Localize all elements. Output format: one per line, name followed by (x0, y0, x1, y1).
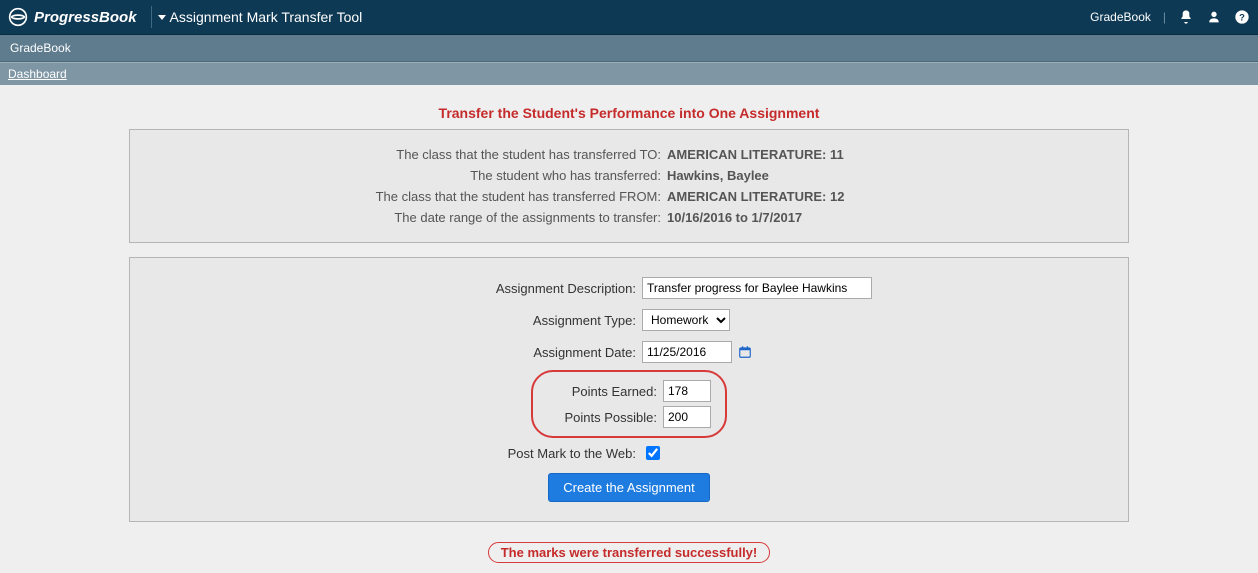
help-icon[interactable]: ? (1234, 9, 1250, 25)
form-panel: Assignment Description: Assignment Type:… (129, 257, 1129, 522)
caret-down-icon (158, 15, 166, 20)
info-panel: The class that the student has transferr… (129, 129, 1129, 243)
row-description: Assignment Description: (140, 272, 1118, 304)
breadcrumb-bar: Dashboard (0, 62, 1258, 85)
user-icon[interactable] (1206, 9, 1222, 25)
student-label: The student who has transferred: (291, 168, 661, 183)
row-post-web: Post Mark to the Web: (140, 438, 1118, 468)
points-highlight-wrapper: Points Earned: Points Possible: (140, 368, 1118, 438)
type-label: Assignment Type: (336, 313, 636, 328)
svg-text:?: ? (1239, 12, 1245, 22)
tool-title-dropdown[interactable]: Assignment Mark Transfer Tool (158, 9, 363, 25)
date-input[interactable] (642, 341, 732, 363)
row-earned: Points Earned: (547, 378, 711, 404)
calendar-icon[interactable] (738, 345, 752, 359)
date-label: Assignment Date: (336, 345, 636, 360)
progressbook-logo-icon (8, 7, 28, 27)
points-possible-input[interactable] (663, 406, 711, 428)
range-value: 10/16/2016 to 1/7/2017 (667, 210, 967, 225)
row-type: Assignment Type: Homework (140, 304, 1118, 336)
desc-label: Assignment Description: (336, 281, 636, 296)
pipe-separator: | (1163, 10, 1166, 24)
points-earned-input[interactable] (663, 380, 711, 402)
app-subbar: GradeBook (0, 35, 1258, 62)
row-possible: Points Possible: (547, 404, 711, 430)
content-area: Transfer the Student's Performance into … (0, 85, 1258, 573)
post-label: Post Mark to the Web: (336, 446, 636, 461)
row-submit: Create the Assignment (140, 468, 1118, 507)
student-value: Hawkins, Baylee (667, 168, 967, 183)
post-web-checkbox[interactable] (646, 446, 660, 460)
info-row-from: The class that the student has transferr… (140, 186, 1118, 207)
breadcrumb-dashboard[interactable]: Dashboard (8, 67, 67, 81)
app-name[interactable]: GradeBook (10, 41, 71, 55)
info-row-range: The date range of the assignments to tra… (140, 207, 1118, 228)
row-date: Assignment Date: (140, 336, 1118, 368)
top-bar: ProgressBook Assignment Mark Transfer To… (0, 0, 1258, 35)
brand-text: ProgressBook (34, 9, 137, 26)
success-message: The marks were transferred successfully! (488, 542, 771, 563)
from-value: AMERICAN LITERATURE: 12 (667, 189, 967, 204)
type-select[interactable]: Homework (642, 309, 730, 331)
info-row-student: The student who has transferred: Hawkins… (140, 165, 1118, 186)
description-input[interactable] (642, 277, 872, 299)
from-label: The class that the student has transferr… (291, 189, 661, 204)
tool-title-text: Assignment Mark Transfer Tool (170, 9, 363, 25)
earned-label: Points Earned: (547, 384, 657, 399)
create-assignment-button[interactable]: Create the Assignment (548, 473, 710, 502)
points-highlight: Points Earned: Points Possible: (531, 370, 727, 438)
context-label[interactable]: GradeBook (1090, 10, 1151, 24)
range-label: The date range of the assignments to tra… (291, 210, 661, 225)
success-row: The marks were transferred successfully! (6, 536, 1252, 563)
possible-label: Points Possible: (547, 410, 657, 425)
to-label: The class that the student has transferr… (291, 147, 661, 162)
divider (151, 6, 152, 28)
to-value: AMERICAN LITERATURE: 11 (667, 147, 967, 162)
info-row-to: The class that the student has transferr… (140, 144, 1118, 165)
page-title: Transfer the Student's Performance into … (6, 105, 1252, 121)
bell-icon[interactable] (1178, 9, 1194, 25)
topbar-right: GradeBook | ? (1090, 9, 1250, 25)
brand-area[interactable]: ProgressBook (8, 7, 147, 27)
